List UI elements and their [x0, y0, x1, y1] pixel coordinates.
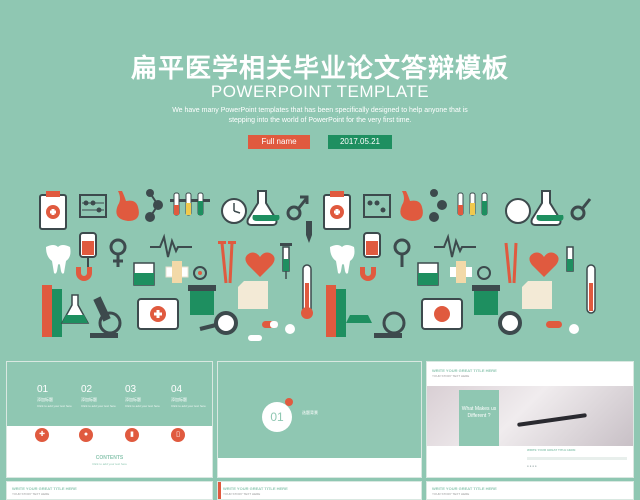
- badge-dot-icon: [285, 398, 293, 406]
- slide-header-sub: YOUR STORY TEXT HERE: [12, 492, 50, 496]
- medical-icons-illustration: [39, 189, 596, 341]
- microscope-icon: ●: [79, 428, 93, 442]
- slide-thumbnail-photo[interactable]: WRITE YOUR GREAT TITLE HERE YOUR STORY T…: [426, 361, 634, 478]
- section-number: 01: [262, 402, 292, 432]
- molecule-icon: [145, 189, 163, 222]
- pagination-dots-icon: ● ● ● ●: [527, 464, 537, 468]
- phone-icon: ▯: [171, 428, 185, 442]
- tooth-icon: [46, 245, 71, 274]
- capsule-icon: [248, 321, 295, 341]
- abacus-icon: [79, 194, 107, 218]
- stomach-icon: [116, 191, 139, 221]
- title-slide[interactable]: 扁平医学相关毕业论文答辩模板 POWERPOINT TEMPLATE We ha…: [0, 0, 640, 358]
- slide-thumbnail-contents[interactable]: 01 添加标题 Click to add your text here 02 添加标题…: [6, 361, 213, 478]
- paper-icon: [238, 281, 268, 309]
- clipboard-icon: [39, 191, 67, 230]
- pill-box-icon: [188, 285, 216, 315]
- slide-thumbnail[interactable]: WRITE YOUR GREAT TITLE HERE YOUR STORY T…: [426, 481, 634, 500]
- slide-header-sub: YOUR STORY TEXT HERE: [432, 374, 470, 378]
- slide-thumbnail[interactable]: WRITE YOUR GREAT TITLE HERE YOUR STORY T…: [6, 481, 213, 500]
- thermometer-icon: [301, 264, 313, 319]
- crutches-icon: [218, 241, 236, 284]
- syringe-icon: [280, 243, 292, 279]
- accent-bar: [218, 482, 221, 499]
- name-label: Full name: [248, 135, 310, 149]
- female-symbol-icon: [109, 238, 127, 267]
- bandage-icon: [165, 261, 189, 283]
- blood-bag-icon: [79, 232, 97, 267]
- test-tubes-icon: [170, 192, 210, 216]
- contents-item: 03 添加标题 Click to add your text here: [125, 384, 160, 408]
- heart-icon: [245, 252, 275, 277]
- contents-item: 04 添加标题 Click to add your text here: [171, 384, 206, 408]
- books-icon: [42, 285, 62, 337]
- icon-set-repeat: [323, 189, 596, 338]
- contents-item: 01 添加标题 Click to add your text here: [37, 384, 72, 408]
- thumbnail-band: [218, 362, 421, 458]
- slide-header-sub: YOUR STORY TEXT HERE: [432, 492, 470, 496]
- slide-header: WRITE YOUR GREAT TITLE HERE: [12, 486, 77, 491]
- microscope-icon: [90, 296, 122, 338]
- virus-icon: [193, 266, 207, 280]
- contents-subtitle: Click to add your text here: [92, 462, 127, 466]
- contents-item: 02 添加标题 Click to add your text here: [81, 384, 116, 408]
- test-tubes-icon: ▮: [125, 428, 139, 442]
- slide-title-english: POWERPOINT TEMPLATE: [210, 82, 430, 101]
- slide-thumbnail-section[interactable]: 01 选题背景: [217, 361, 422, 478]
- contents-title: CONTENTS: [95, 455, 124, 461]
- erlenmeyer-flask-icon: [60, 294, 90, 324]
- slide-header: WRITE YOUR GREAT TITLE HERE: [432, 368, 497, 373]
- section-title: 选题背景: [302, 410, 318, 415]
- clipboard-icon: ✚: [35, 428, 49, 442]
- slide-header: WRITE YOUR GREAT TITLE HERE: [223, 486, 288, 491]
- slide-header-sub: YOUR STORY TEXT HERE: [223, 492, 261, 496]
- date-label: 2017.05.21: [328, 135, 392, 149]
- slide-footer-title: WRITE YOUR GREAT TITLE HERE: [527, 448, 576, 452]
- clock-icon: [221, 198, 247, 224]
- beaker-icon: [133, 262, 155, 286]
- pen-photo: [427, 386, 633, 446]
- divider: [527, 457, 627, 460]
- slide-thumbnail[interactable]: WRITE YOUR GREAT TITLE HERE YOUR STORY T…: [217, 481, 422, 500]
- magnet-icon: [76, 267, 92, 281]
- first-aid-kit-icon: [137, 298, 179, 330]
- dropper-icon: [306, 221, 312, 243]
- male-symbol-icon: [286, 195, 309, 221]
- feature-box: What Makes us Different ?: [459, 390, 499, 446]
- flask-icon: [246, 190, 280, 226]
- slide-description: We have many PowerPoint templates that h…: [172, 107, 468, 124]
- slide-header: WRITE YOUR GREAT TITLE HERE: [432, 486, 497, 491]
- slide-title-chinese: 扁平医学相关毕业论文答辩模板: [130, 54, 509, 84]
- heartbeat-icon: [150, 233, 192, 258]
- magnifier-icon: [199, 311, 238, 335]
